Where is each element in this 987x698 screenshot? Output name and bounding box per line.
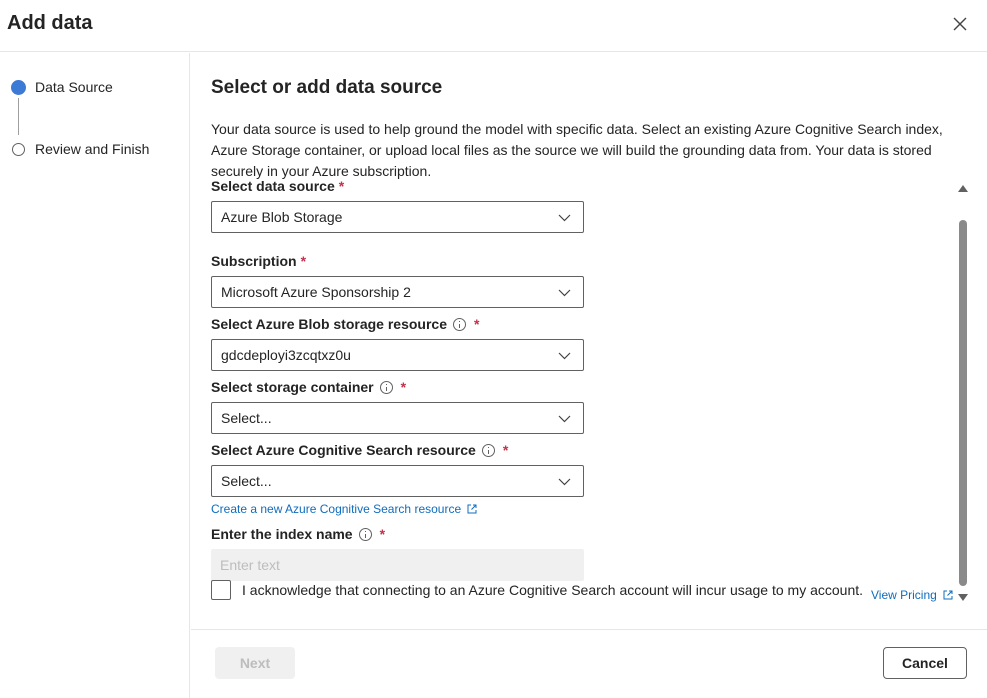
main-panel: Select or add data source Your data sour… bbox=[191, 53, 987, 629]
required-marker: * bbox=[502, 442, 509, 458]
dialog-footer: Next Cancel bbox=[191, 629, 987, 698]
vertical-scrollbar[interactable] bbox=[957, 185, 969, 605]
subscription-dropdown[interactable]: Microsoft Azure Sponsorship 2 bbox=[211, 276, 584, 308]
dropdown-value: Azure Blob Storage bbox=[221, 209, 343, 225]
view-pricing-link[interactable]: View Pricing bbox=[871, 588, 953, 602]
scroll-up-arrow-icon[interactable] bbox=[958, 185, 968, 192]
dialog-header: Add data bbox=[0, 0, 987, 52]
step-active-dot-icon bbox=[11, 79, 26, 95]
required-marker: * bbox=[379, 526, 386, 542]
info-icon[interactable] bbox=[481, 443, 495, 457]
step-label: Review and Finish bbox=[35, 141, 150, 157]
acknowledge-label: I acknowledge that connecting to an Azur… bbox=[242, 582, 864, 598]
step-label: Data Source bbox=[35, 79, 113, 95]
input-placeholder: Enter text bbox=[220, 557, 280, 573]
search-resource-label: Select Azure Cognitive Search resource * bbox=[211, 442, 509, 458]
scroll-thumb[interactable] bbox=[959, 220, 967, 586]
data-source-label: Select data source * bbox=[211, 178, 345, 194]
chevron-down-icon bbox=[558, 415, 571, 423]
step-data-source[interactable]: Data Source bbox=[11, 79, 113, 95]
chevron-down-icon bbox=[558, 289, 571, 297]
index-name-label: Enter the index name * bbox=[211, 526, 386, 542]
step-review-and-finish[interactable]: Review and Finish bbox=[11, 141, 149, 157]
wizard-steps: Data Source Review and Finish bbox=[0, 53, 190, 698]
info-icon[interactable] bbox=[358, 527, 372, 541]
data-source-dropdown[interactable]: Azure Blob Storage bbox=[211, 201, 584, 233]
storage-container-label: Select storage container * bbox=[211, 379, 407, 395]
external-link-icon bbox=[943, 590, 953, 600]
search-resource-dropdown[interactable]: Select... bbox=[211, 465, 584, 497]
blob-resource-dropdown[interactable]: gdcdeployi3zcqtxz0u bbox=[211, 339, 584, 371]
external-link-icon bbox=[467, 504, 477, 514]
close-icon bbox=[953, 17, 967, 31]
next-button[interactable]: Next bbox=[215, 647, 295, 679]
close-button[interactable] bbox=[948, 12, 972, 36]
required-marker: * bbox=[300, 253, 307, 269]
subscription-label: Subscription * bbox=[211, 253, 307, 269]
blob-resource-label: Select Azure Blob storage resource * bbox=[211, 316, 480, 332]
chevron-down-icon bbox=[558, 478, 571, 486]
chevron-down-icon bbox=[558, 214, 571, 222]
required-marker: * bbox=[400, 379, 407, 395]
dropdown-value: Microsoft Azure Sponsorship 2 bbox=[221, 284, 411, 300]
acknowledge-row: I acknowledge that connecting to an Azur… bbox=[211, 580, 863, 600]
section-title: Select or add data source bbox=[211, 77, 443, 98]
required-marker: * bbox=[338, 178, 345, 194]
cancel-button[interactable]: Cancel bbox=[883, 647, 967, 679]
info-icon[interactable] bbox=[379, 380, 393, 394]
dropdown-value: Select... bbox=[221, 410, 272, 426]
step-connector bbox=[18, 98, 19, 135]
info-icon[interactable] bbox=[453, 317, 467, 331]
create-search-resource-link[interactable]: Create a new Azure Cognitive Search reso… bbox=[211, 502, 477, 516]
required-marker: * bbox=[474, 316, 480, 332]
section-description: Your data source is used to help ground … bbox=[211, 121, 943, 179]
step-inactive-dot-icon bbox=[12, 142, 25, 156]
scroll-down-arrow-icon[interactable] bbox=[958, 594, 968, 601]
dropdown-value: Select... bbox=[221, 473, 272, 489]
storage-container-dropdown[interactable]: Select... bbox=[211, 402, 584, 434]
acknowledge-checkbox[interactable] bbox=[211, 580, 231, 600]
index-name-input[interactable]: Enter text bbox=[211, 549, 584, 581]
dialog-title: Add data bbox=[7, 12, 93, 34]
chevron-down-icon bbox=[558, 352, 571, 360]
dropdown-value: gdcdeployi3zcqtxz0u bbox=[221, 347, 351, 363]
